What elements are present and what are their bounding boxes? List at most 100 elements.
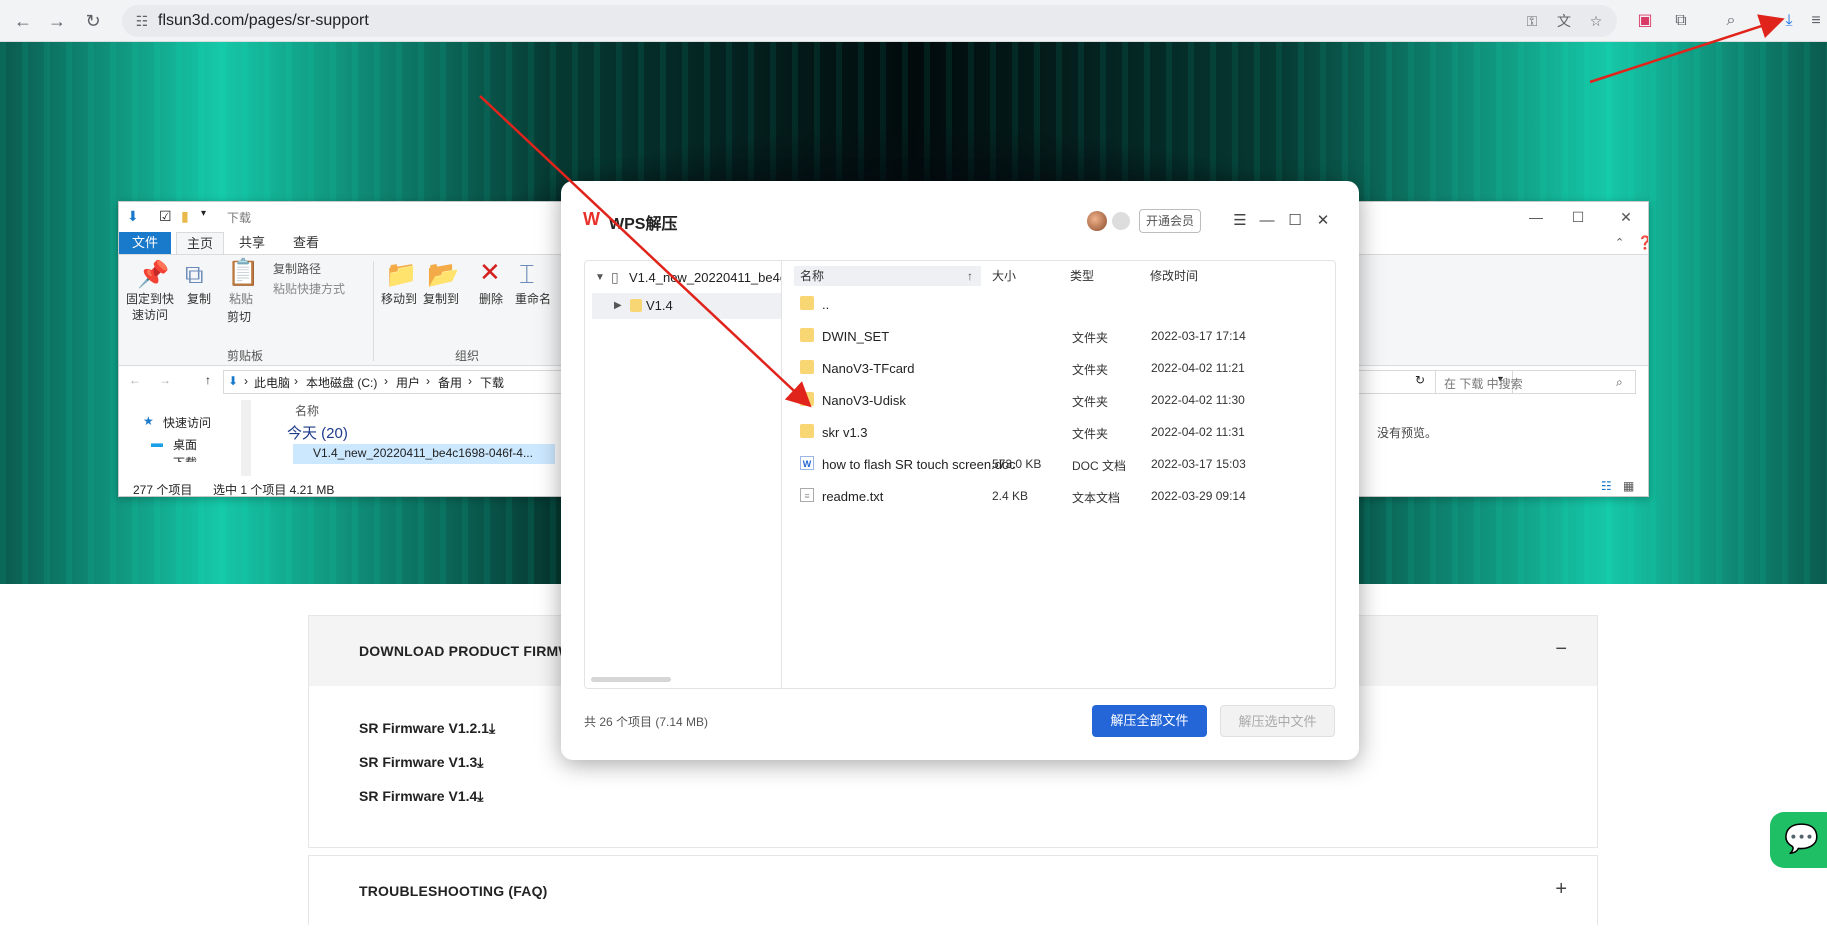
translate-icon[interactable]: 文 xyxy=(1554,11,1574,31)
large-icons-view-icon[interactable]: ▦ xyxy=(1623,479,1634,493)
open-membership-button[interactable]: 开通会员 xyxy=(1139,209,1201,233)
details-view-icon[interactable]: ☷ xyxy=(1601,479,1612,493)
organize-group-label: 组织 xyxy=(455,349,480,363)
tab-view[interactable]: 查看 xyxy=(283,232,329,254)
file-row-nanov3-udisk[interactable]: NanoV3-Udisk 文件夹 2022-04-02 11:30 xyxy=(794,384,1329,416)
back-icon[interactable]: ← xyxy=(129,373,141,387)
extract-all-button[interactable]: 解压全部文件 xyxy=(1092,705,1207,737)
firmware-link-v121[interactable]: SR Firmware V1.2.1⤓ xyxy=(359,720,495,737)
refresh-icon[interactable]: ↻ xyxy=(1415,373,1425,387)
expand-icon[interactable]: + xyxy=(1555,878,1567,901)
file-row-dwin-set[interactable]: DWIN_SET 文件夹 2022-03-17 17:14 xyxy=(794,320,1329,352)
no-preview-text: 没有预览。 xyxy=(1377,426,1438,440)
properties-icon[interactable]: ☑ xyxy=(159,208,172,225)
minimize-icon[interactable]: — xyxy=(1521,205,1551,229)
back-icon[interactable]: ← xyxy=(10,8,36,34)
faq-section-header[interactable]: TROUBLESHOOTING (FAQ) + xyxy=(309,856,1597,926)
nav-quick-access[interactable]: 快速访问 xyxy=(163,414,211,431)
breadcrumb-this-pc[interactable]: 此电脑 xyxy=(254,374,290,391)
customize-quick-access-icon[interactable]: ▾ xyxy=(201,208,206,219)
breadcrumb-backup[interactable]: 备用 xyxy=(438,374,462,391)
column-header-modified[interactable]: 修改时间 xyxy=(1150,266,1198,286)
cut-button[interactable]: 剪切 xyxy=(227,309,251,325)
tree-item-archive[interactable]: ▼ ▯ V1.4_new_20220411_be4c xyxy=(585,265,781,291)
column-header-type[interactable]: 类型 xyxy=(1070,266,1094,286)
tree-v14-label: V1.4 xyxy=(646,298,673,313)
site-info-icon[interactable]: ☷ xyxy=(132,11,152,31)
search-icon: ⌕ xyxy=(1616,375,1623,389)
move-to-button[interactable]: 移动到 xyxy=(379,291,419,307)
up-icon[interactable]: ↑ xyxy=(205,373,211,387)
extract-selected-button[interactable]: 解压选中文件 xyxy=(1220,705,1335,737)
move-to-icon: 📁 xyxy=(385,259,418,289)
tab-share[interactable]: 共享 xyxy=(229,232,275,254)
address-bar[interactable]: ☷ flsun3d.com/pages/sr-support ⚿ 文 ☆ xyxy=(122,5,1617,37)
collapsed-chevron-icon[interactable]: ▶ xyxy=(614,300,622,311)
status-item-count: 277 个项目 xyxy=(133,483,193,497)
file-row-nanov3-tfcard[interactable]: NanoV3-TFcard 文件夹 2022-04-02 11:21 xyxy=(794,352,1329,384)
rename-button[interactable]: 重命名 xyxy=(511,291,555,307)
paste-shortcut-button[interactable]: 粘贴快捷方式 xyxy=(273,281,345,297)
bookmark-star-icon[interactable]: ☆ xyxy=(1586,11,1606,31)
maximize-icon[interactable]: ☐ xyxy=(1563,205,1593,229)
selected-file-row[interactable]: V1.4_new_20220411_be4c1698-046f-4... xyxy=(293,444,555,464)
nav-downloads[interactable]: 下载 xyxy=(173,454,197,462)
new-folder-icon[interactable]: ▮ xyxy=(181,208,189,225)
pin-quick-access-button[interactable]: 固定到快 速访问 xyxy=(123,291,177,323)
browser-toolbar: ← → ↻ ☷ flsun3d.com/pages/sr-support ⚿ 文… xyxy=(0,0,1827,42)
forward-icon[interactable]: → xyxy=(159,373,171,387)
breadcrumb-users[interactable]: 用户 xyxy=(396,374,420,391)
explorer-search-input[interactable]: 在 下载 中搜索 ⌕ xyxy=(1435,370,1636,394)
group-today[interactable]: 今天 (20) xyxy=(287,422,348,443)
extensions-puzzle-icon[interactable]: ⧉ xyxy=(1668,8,1694,34)
password-key-icon[interactable]: ⚿ xyxy=(1522,11,1542,31)
forward-icon[interactable]: → xyxy=(44,8,70,34)
copy-button[interactable]: 复制 xyxy=(181,291,217,307)
url-text[interactable]: flsun3d.com/pages/sr-support xyxy=(158,12,369,30)
delete-button[interactable]: 删除 xyxy=(473,291,509,307)
tree-item-v14[interactable]: ▶ V1.4 xyxy=(592,293,781,319)
minimize-icon[interactable]: — xyxy=(1256,210,1278,232)
close-icon[interactable]: ✕ xyxy=(1611,205,1641,229)
tab-home[interactable]: 主页 xyxy=(176,232,225,254)
file-row-parent[interactable]: .. xyxy=(794,288,1329,320)
column-header-size[interactable]: 大小 xyxy=(992,266,1016,286)
download-section-title: DOWNLOAD PRODUCT FIRMW xyxy=(359,643,572,659)
folder-icon xyxy=(800,328,814,342)
down-arrow-icon[interactable]: ⬇ xyxy=(127,208,139,225)
extension-icon[interactable]: ▣ xyxy=(1632,8,1658,34)
expanded-chevron-icon[interactable]: ▼ xyxy=(595,272,605,283)
chat-button[interactable]: 💬 xyxy=(1770,812,1827,868)
wps-logo-icon: W xyxy=(583,209,600,229)
file-row-skr-v13[interactable]: skr v1.3 文件夹 2022-04-02 11:31 xyxy=(794,416,1329,448)
breadcrumb-local-disk[interactable]: 本地磁盘 (C:) xyxy=(306,374,377,391)
nav-desktop[interactable]: 桌面 xyxy=(173,436,197,453)
copy-path-button[interactable]: 复制路径 xyxy=(273,261,321,277)
column-header-name[interactable]: 名称 xyxy=(295,402,319,419)
status-selection: 选中 1 个项目 4.21 MB xyxy=(213,483,335,497)
downloads-icon[interactable]: ⤓ xyxy=(1776,8,1802,34)
menu-icon[interactable]: ≡ xyxy=(1806,8,1826,34)
archive-file-icon: ▯ xyxy=(611,269,619,285)
help-icon[interactable]: ❓ xyxy=(1627,232,1648,254)
column-header-name[interactable]: 名称 ↑ xyxy=(794,266,981,286)
tree-horizontal-scrollbar[interactable] xyxy=(591,677,671,682)
firmware-link-v13[interactable]: SR Firmware V1.3⤓ xyxy=(359,754,483,771)
reload-icon[interactable]: ↻ xyxy=(80,8,106,34)
tab-file[interactable]: 文件 xyxy=(119,232,171,254)
file-row-flash-doc[interactable]: W how to flash SR touch screen.doc 573.0… xyxy=(794,448,1329,480)
collapse-icon[interactable]: − xyxy=(1555,638,1567,661)
menu-icon[interactable]: ☰ xyxy=(1229,210,1251,232)
close-icon[interactable]: ✕ xyxy=(1312,210,1334,232)
paste-button[interactable]: 粘贴 xyxy=(223,291,259,307)
tab-search-icon[interactable]: ⌕ xyxy=(1718,8,1744,34)
text-file-icon: ≡ xyxy=(800,488,814,502)
nav-scrollbar[interactable] xyxy=(241,400,251,476)
firmware-link-v14[interactable]: SR Firmware V1.4⤓ xyxy=(359,788,483,805)
file-row-readme[interactable]: ≡ readme.txt 2.4 KB 文本文档 2022-03-29 09:1… xyxy=(794,480,1329,512)
breadcrumb-downloads[interactable]: 下载 xyxy=(480,374,504,391)
star-icon: ★ xyxy=(143,414,154,428)
copy-to-button[interactable]: 复制到 xyxy=(421,291,461,307)
avatar[interactable] xyxy=(1087,211,1107,231)
maximize-icon[interactable]: ☐ xyxy=(1284,210,1306,232)
